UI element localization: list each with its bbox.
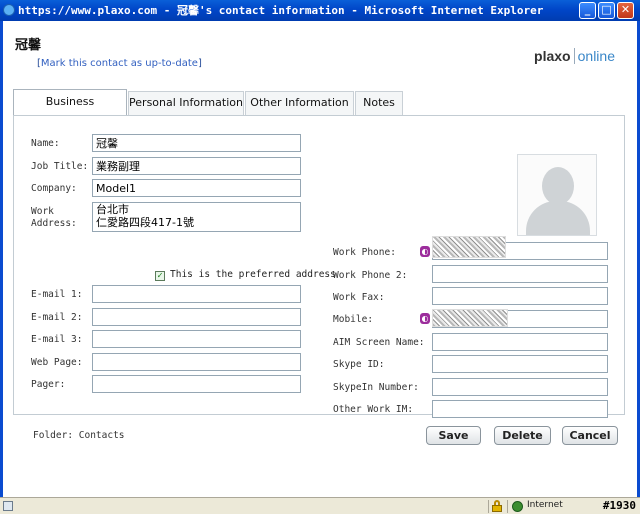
save-button[interactable]: Save [426, 426, 481, 445]
delete-button[interactable]: Delete [494, 426, 551, 445]
minimize-button[interactable]: _ [579, 2, 596, 19]
skypein-label: SkypeIn Number: [333, 382, 419, 393]
other-im-label: Other Work IM: [333, 404, 414, 415]
web-page-field[interactable] [92, 353, 301, 371]
plaxo-mobile-icon: ◐ [420, 313, 430, 324]
status-divider [488, 500, 489, 513]
job-title-field[interactable] [92, 157, 301, 175]
work-address-label-2: Address: [31, 218, 77, 229]
email3-label: E-mail 3: [31, 334, 83, 345]
maximize-button[interactable]: □ [598, 2, 615, 19]
work-address-field[interactable]: 台北市 仁愛路四段417-1號 [92, 202, 301, 232]
folder-label: Folder: Contacts [33, 430, 125, 441]
name-label: Name: [31, 138, 60, 149]
tab-personal-information[interactable]: Personal Information [128, 91, 244, 115]
work-phone-redacted [432, 236, 506, 258]
photo-placeholder-head [542, 167, 574, 205]
status-bar: Internet #1930 [0, 497, 640, 514]
preferred-address-label: This is the preferred address [170, 269, 336, 280]
preferred-address-checkbox[interactable]: ✓ [155, 271, 165, 281]
tab-other-information[interactable]: Other Information [245, 91, 354, 115]
logo-online: online [577, 48, 615, 64]
plaxo-logo: plaxo online [534, 48, 615, 64]
pager-field[interactable] [92, 375, 301, 393]
email1-field[interactable] [92, 285, 301, 303]
tab-business-information[interactable]: Business Information [13, 89, 127, 132]
status-divider [507, 500, 508, 513]
globe-icon [512, 501, 523, 512]
work-fax-label: Work Fax: [333, 292, 385, 303]
page-content: 冠馨 [Mark this contact as up-to-date] pla… [0, 21, 640, 497]
cancel-button[interactable]: Cancel [562, 426, 618, 445]
business-info-panel: Name: Job Title: Company: Work Address: … [13, 115, 625, 418]
tab-notes[interactable]: Notes [355, 91, 403, 115]
company-label: Company: [31, 183, 77, 194]
name-field[interactable] [92, 134, 301, 152]
pager-label: Pager: [31, 379, 66, 390]
email2-label: E-mail 2: [31, 312, 83, 323]
mark-bracket-close: ] [197, 58, 202, 69]
image-counter: #1930 [602, 499, 636, 512]
contact-photo[interactable] [517, 154, 597, 236]
page-icon [3, 501, 13, 511]
mark-up-to-date-link[interactable]: Mark this contact as up-to-date [41, 58, 198, 69]
contact-name-heading: 冠馨 [15, 38, 42, 53]
work-phone2-label: Work Phone 2: [333, 270, 408, 281]
skype-field[interactable] [432, 355, 608, 373]
job-title-label: Job Title: [31, 161, 89, 172]
internet-explorer-icon [3, 4, 15, 16]
work-phone2-field[interactable] [432, 265, 608, 283]
plaxo-phone-icon: ◐ [420, 246, 430, 257]
mark-up-to-date: [Mark this contact as up-to-date] [37, 58, 202, 69]
logo-divider [573, 48, 575, 64]
preferred-address-option[interactable]: ✓ This is the preferred address [155, 269, 336, 281]
aim-label: AIM Screen Name: [333, 337, 425, 348]
close-button[interactable]: ✕ [617, 2, 634, 19]
email2-field[interactable] [92, 308, 301, 326]
work-address-label-1: Work [31, 206, 54, 217]
email1-label: E-mail 1: [31, 289, 83, 300]
work-fax-field[interactable] [432, 287, 608, 305]
logo-plaxo: plaxo [534, 48, 571, 64]
mobile-label: Mobile: [333, 314, 374, 325]
web-page-label: Web Page: [31, 357, 83, 368]
skype-label: Skype ID: [333, 359, 385, 370]
email3-field[interactable] [92, 330, 301, 348]
work-phone-label: Work Phone: [333, 247, 396, 258]
other-im-field[interactable] [432, 400, 608, 418]
lock-icon [492, 500, 502, 512]
company-field[interactable] [92, 179, 301, 197]
aim-field[interactable] [432, 333, 608, 351]
skypein-field[interactable] [432, 378, 608, 396]
mobile-redacted [432, 309, 508, 327]
security-zone: Internet [527, 500, 563, 510]
window-titlebar: https://www.plaxo.com - 冠馨's contact inf… [0, 0, 640, 21]
window-title: https://www.plaxo.com - 冠馨's contact inf… [18, 4, 544, 17]
photo-placeholder-body [526, 201, 590, 235]
